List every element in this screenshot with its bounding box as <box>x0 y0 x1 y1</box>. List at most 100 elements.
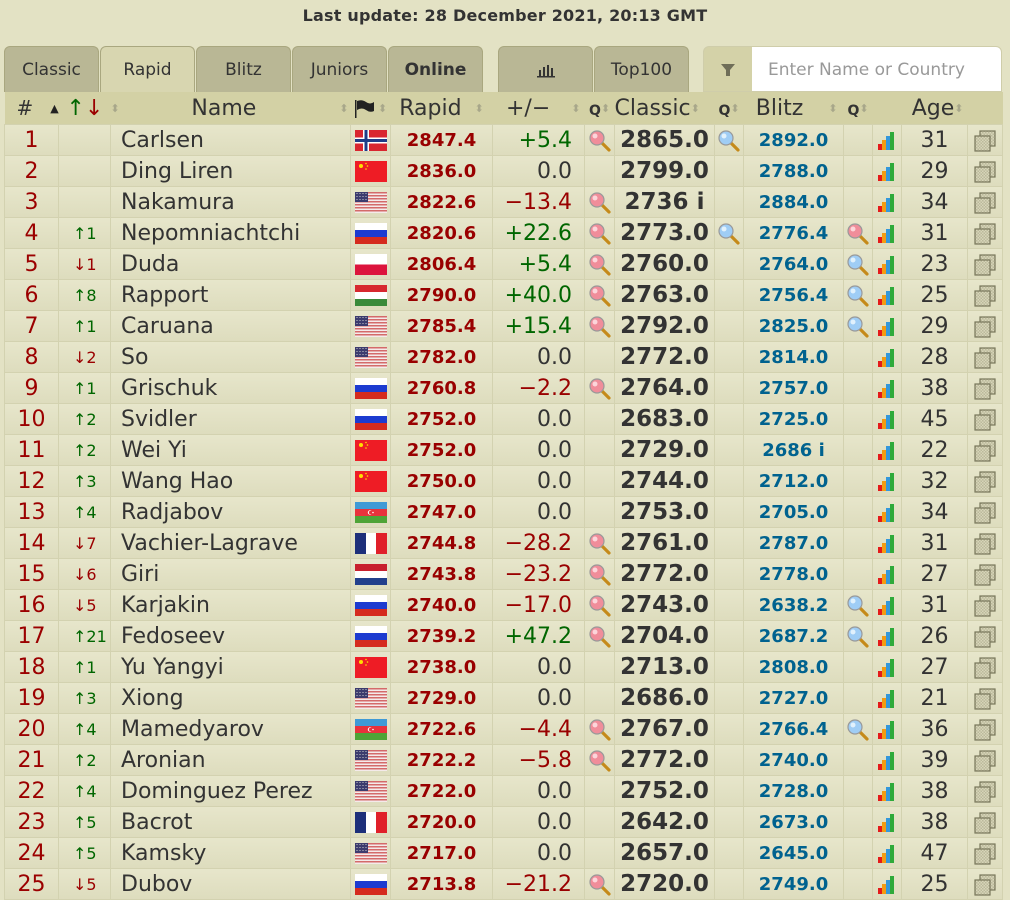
rating-chart-icon[interactable] <box>877 813 897 833</box>
tab-rapid[interactable]: Rapid <box>100 46 195 92</box>
magnifier-icon[interactable] <box>588 594 612 618</box>
player-name[interactable]: Svidler <box>110 403 351 435</box>
tab-statistics[interactable] <box>498 46 593 92</box>
player-name[interactable]: Caruana <box>110 310 351 342</box>
magnifier-icon[interactable] <box>717 129 741 153</box>
table-row[interactable]: 13 ↑4 Radjabov 2747.0 0.0 2753.0 2705.0 … <box>4 496 1003 528</box>
tab-blitz[interactable]: Blitz <box>196 46 291 92</box>
magnifier-icon[interactable] <box>588 129 612 153</box>
player-name[interactable]: Xiong <box>110 682 351 714</box>
player-name[interactable]: Yu Yangyi <box>110 651 351 683</box>
games-board-icon[interactable] <box>973 656 997 680</box>
games-board-icon[interactable] <box>973 315 997 339</box>
table-row[interactable]: 8 ↓2 So 2782.0 0.0 2772.0 2814.0 28 <box>4 341 1003 373</box>
games-board-icon[interactable] <box>973 377 997 401</box>
rating-chart-icon[interactable] <box>877 224 897 244</box>
table-row[interactable]: 21 ↑2 Aronian 2722.2 −5.8 2772.0 2740.0 … <box>4 744 1003 776</box>
blitz-progress-header[interactable]: Q⬍ <box>715 92 744 125</box>
magnifier-icon[interactable] <box>588 625 612 649</box>
table-row[interactable]: 2 Ding Liren 2836.0 0.0 2799.0 2788.0 29 <box>4 155 1003 187</box>
games-board-icon[interactable] <box>973 563 997 587</box>
games-board-icon[interactable] <box>973 408 997 432</box>
games-board-icon[interactable] <box>973 191 997 215</box>
table-row[interactable]: 24 ↑5 Kamsky 2717.0 0.0 2657.0 2645.0 47 <box>4 837 1003 869</box>
rating-chart-icon[interactable] <box>877 410 897 430</box>
player-name[interactable]: Karjakin <box>110 589 351 621</box>
rating-chart-icon[interactable] <box>877 348 897 368</box>
magnifier-icon[interactable] <box>588 873 612 897</box>
player-name[interactable]: Kamsky <box>110 837 351 869</box>
tab-top100[interactable]: Top100 <box>594 46 689 92</box>
diff-header[interactable]: +/− ⬍ <box>493 92 585 125</box>
magnifier-icon[interactable] <box>588 563 612 587</box>
games-board-icon[interactable] <box>973 160 997 184</box>
filter-icon[interactable] <box>704 47 752 91</box>
games-board-icon[interactable] <box>973 749 997 773</box>
table-row[interactable]: 3 Nakamura 2822.6 −13.4 2736 i 2884.0 34 <box>4 186 1003 218</box>
player-name[interactable]: Nakamura <box>110 186 351 218</box>
games-board-icon[interactable] <box>973 346 997 370</box>
rating-chart-icon[interactable] <box>877 627 897 647</box>
table-row[interactable]: 12 ↑3 Wang Hao 2750.0 0.0 2744.0 2712.0 … <box>4 465 1003 497</box>
player-name[interactable]: Vachier-Lagrave <box>110 527 351 559</box>
table-row[interactable]: 15 ↓6 Giri 2743.8 −23.2 2772.0 2778.0 27 <box>4 558 1003 590</box>
games-board-icon[interactable] <box>973 594 997 618</box>
player-name[interactable]: Carlsen <box>110 124 351 156</box>
tab-classic[interactable]: Classic <box>4 46 99 92</box>
table-row[interactable]: 10 ↑2 Svidler 2752.0 0.0 2683.0 2725.0 4… <box>4 403 1003 435</box>
magnifier-icon[interactable] <box>588 315 612 339</box>
magnifier-icon[interactable] <box>846 284 870 308</box>
rating-chart-icon[interactable] <box>877 286 897 306</box>
games-board-icon[interactable] <box>973 780 997 804</box>
change-header[interactable]: ↑↓ ⬍ <box>59 92 120 125</box>
rating-chart-icon[interactable] <box>877 751 897 771</box>
table-row[interactable]: 11 ↑2 Wei Yi 2752.0 0.0 2729.0 2686 i 22 <box>4 434 1003 466</box>
table-row[interactable]: 17 ↑21 Fedoseev 2739.2 +47.2 2704.0 2687… <box>4 620 1003 652</box>
games-board-icon[interactable] <box>973 129 997 153</box>
player-name[interactable]: Dubov <box>110 868 351 900</box>
rating-chart-icon[interactable] <box>877 255 897 275</box>
tab-juniors[interactable]: Juniors <box>292 46 387 92</box>
rating-chart-icon[interactable] <box>877 782 897 802</box>
magnifier-icon[interactable] <box>588 191 612 215</box>
magnifier-icon[interactable] <box>588 284 612 308</box>
rating-chart-icon[interactable] <box>877 503 897 523</box>
blitz-header[interactable]: Blitz ⬍ <box>744 92 844 125</box>
player-name[interactable]: Giri <box>110 558 351 590</box>
magnifier-icon[interactable] <box>588 749 612 773</box>
table-row[interactable]: 7 ↑1 Caruana 2785.4 +15.4 2792.0 2825.0 … <box>4 310 1003 342</box>
player-name[interactable]: Ding Liren <box>110 155 351 187</box>
magnifier-icon[interactable] <box>846 222 870 246</box>
flag-header[interactable]: ⬍ <box>351 92 391 125</box>
rating-chart-icon[interactable] <box>877 317 897 337</box>
table-row[interactable]: 6 ↑8 Rapport 2790.0 +40.0 2763.0 2756.4 … <box>4 279 1003 311</box>
table-row[interactable]: 20 ↑4 Mamedyarov 2722.6 −4.4 2767.0 2766… <box>4 713 1003 745</box>
rating-chart-icon[interactable] <box>877 162 897 182</box>
player-name[interactable]: Mamedyarov <box>110 713 351 745</box>
rating-chart-icon[interactable] <box>877 689 897 709</box>
player-name[interactable]: Duda <box>110 248 351 280</box>
games-board-icon[interactable] <box>973 253 997 277</box>
rank-header[interactable]: # ▲ <box>5 92 59 125</box>
table-row[interactable]: 16 ↓5 Karjakin 2740.0 −17.0 2743.0 2638.… <box>4 589 1003 621</box>
player-name[interactable]: Wei Yi <box>110 434 351 466</box>
games-board-icon[interactable] <box>973 811 997 835</box>
magnifier-icon[interactable] <box>588 222 612 246</box>
games-board-icon[interactable] <box>973 439 997 463</box>
magnifier-icon[interactable] <box>588 532 612 556</box>
classic-progress-header[interactable]: Q⬍ <box>585 92 615 125</box>
age-header[interactable]: Age⬍ <box>902 92 968 125</box>
player-name[interactable]: Fedoseev <box>110 620 351 652</box>
rating-chart-icon[interactable] <box>877 720 897 740</box>
games-board-icon[interactable] <box>973 625 997 649</box>
games-board-icon[interactable] <box>973 284 997 308</box>
magnifier-icon[interactable] <box>846 625 870 649</box>
classic-header[interactable]: Classic⬍ <box>615 92 715 125</box>
magnifier-icon[interactable] <box>846 718 870 742</box>
rating-chart-icon[interactable] <box>877 534 897 554</box>
table-row[interactable]: 4 ↑1 Nepomniachtchi 2820.6 +22.6 2773.0 … <box>4 217 1003 249</box>
table-row[interactable]: 22 ↑4 Dominguez Perez 2722.0 0.0 2752.0 … <box>4 775 1003 807</box>
games-board-icon[interactable] <box>973 222 997 246</box>
rating-chart-icon[interactable] <box>877 193 897 213</box>
name-header[interactable]: Name ⬍ <box>111 92 351 125</box>
